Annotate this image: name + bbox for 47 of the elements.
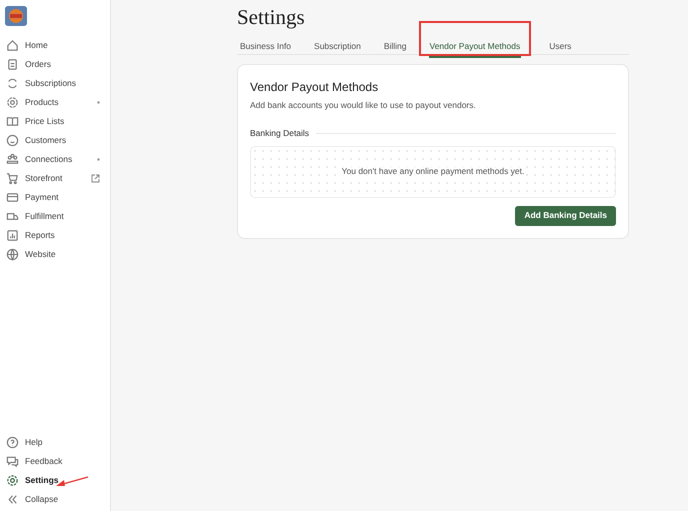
sidebar-item[interactable]: Settings — [0, 471, 110, 490]
book-icon — [6, 115, 19, 128]
tab[interactable]: Vendor Payout Methods — [428, 36, 522, 58]
sidebar-item[interactable]: Website — [0, 245, 110, 264]
chart-icon — [6, 229, 19, 242]
sidebar-item[interactable]: Customers — [0, 131, 110, 150]
sidebar-item[interactable]: Price Lists — [0, 112, 110, 131]
chevrons-left-icon — [6, 493, 19, 506]
smiley-icon — [6, 134, 19, 147]
sidebar-item[interactable]: Help — [0, 433, 110, 452]
sidebar-item[interactable]: Fulfillment — [0, 207, 110, 226]
sidebar-item[interactable]: Products — [0, 93, 110, 112]
cart-icon — [6, 172, 19, 185]
tab[interactable]: Billing — [382, 36, 408, 57]
card-icon — [6, 191, 19, 204]
sidebar-item[interactable]: Payment — [0, 188, 110, 207]
sidebar-item[interactable]: Reports — [0, 226, 110, 245]
people-icon — [6, 153, 19, 166]
section-heading: Banking Details — [250, 126, 310, 140]
flower-icon — [6, 96, 19, 109]
chat-icon — [6, 455, 19, 468]
card-description: Add bank accounts you would like to use to payout vendors. — [250, 99, 477, 112]
truck-icon — [6, 210, 19, 223]
globe-icon — [6, 248, 19, 261]
expand-icon — [97, 158, 100, 161]
card-title: Vendor Payout Methods — [250, 79, 380, 96]
sidebar-item[interactable]: Storefront — [0, 169, 110, 188]
sidebar-item[interactable]: Feedback — [0, 452, 110, 471]
tab[interactable]: Subscription — [313, 36, 362, 57]
sidebar-item[interactable]: Subscriptions — [0, 74, 110, 93]
sidebar-item[interactable]: Home — [0, 36, 110, 55]
add-banking-details-button[interactable]: Add Banking Details — [515, 206, 616, 226]
page-title: Settings — [237, 4, 306, 30]
tab[interactable]: Users — [548, 36, 572, 57]
refresh-icon — [6, 77, 19, 90]
help-icon — [6, 436, 19, 449]
sidebar-item[interactable]: Connections — [0, 150, 110, 169]
home-icon — [6, 39, 19, 52]
clipboard-icon — [6, 58, 19, 71]
sidebar-item[interactable]: Orders — [0, 55, 110, 74]
sidebar-item[interactable]: Collapse — [0, 490, 110, 509]
tab[interactable]: Business Info — [239, 36, 292, 57]
gear-icon — [6, 474, 19, 487]
logo-icon — [5, 6, 27, 26]
empty-message: You don't have any online payment methods yet. — [342, 165, 524, 178]
external-link-icon — [91, 174, 100, 183]
expand-icon — [97, 101, 100, 104]
